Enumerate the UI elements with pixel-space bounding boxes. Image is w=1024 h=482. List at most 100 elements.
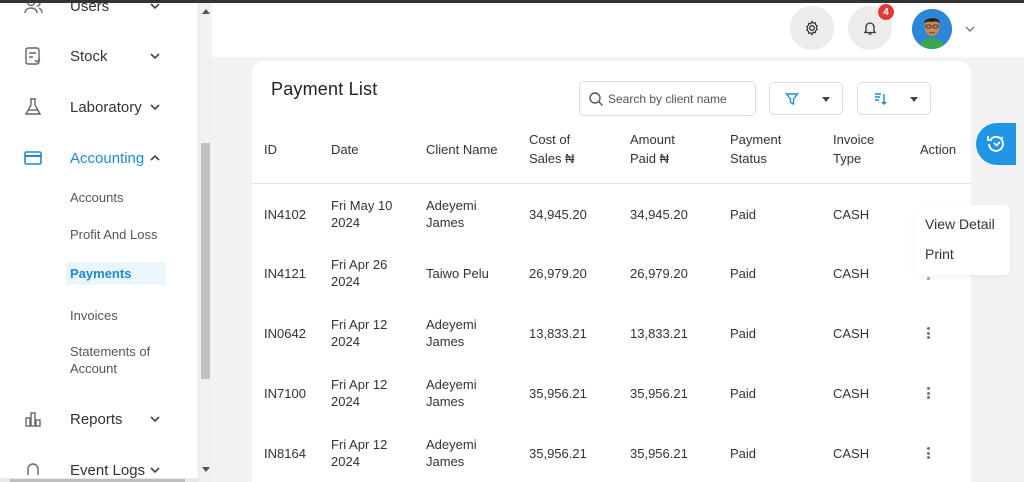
scrollbar-thumb[interactable] <box>201 143 210 379</box>
page-title: Payment List <box>271 79 378 99</box>
column-header-date: Date <box>331 142 359 157</box>
assistant-fab-button[interactable] <box>976 123 1016 165</box>
sidebar-item-label: Accounting <box>70 149 145 167</box>
sidebar-item-label: Event Logs <box>70 461 146 479</box>
chevron-down-icon <box>150 3 160 10</box>
sort-icon <box>875 93 887 105</box>
history-sparkle-icon <box>987 136 1004 152</box>
sidebar-subitem-payments[interactable]: Payments <box>66 262 166 285</box>
top-header <box>212 3 1024 57</box>
chevron-up-icon <box>150 154 160 161</box>
row-actions-kebab-icon[interactable] <box>926 447 931 459</box>
user-avatar-icon <box>912 9 952 49</box>
column-header-amount-paid: Amount Paid ₦ <box>630 132 675 166</box>
cell-amount-paid: 13,833.21 <box>630 326 688 341</box>
cell-date: Fri Apr 12 2024 <box>331 317 388 349</box>
cell-status: Paid <box>730 446 757 461</box>
filter-icon <box>785 93 799 106</box>
kebab-dot <box>927 277 930 280</box>
row-actions-kebab-icon[interactable] <box>926 327 931 339</box>
chevron-down-icon <box>150 104 160 111</box>
column-header-cost-of-sales: Cost of Sales ₦ <box>529 132 575 166</box>
sidebar-horizontal-scrollbar[interactable] <box>0 478 198 482</box>
sidebar-subitem-statements[interactable]: Statements of Account <box>70 343 150 377</box>
cell-invoice-type: CASH <box>833 386 870 401</box>
sidebar-subitem-label: Statements of <box>70 344 151 359</box>
cell-client-name: Adeyemi James <box>426 437 477 469</box>
menu-item-print[interactable]: Print <box>925 246 954 262</box>
notification-badge: 4 <box>878 4 894 20</box>
cell-date: Fri Apr 12 2024 <box>331 377 388 409</box>
sidebar-item-users[interactable]: Users <box>0 3 198 21</box>
sidebar-item-label: Users <box>70 3 110 15</box>
sidebar-item-accounting[interactable]: Accounting <box>0 143 198 173</box>
sidebar-subitem-label: Account <box>70 361 117 376</box>
users-icon <box>22 3 44 17</box>
cell-invoice-type: CASH <box>833 446 870 461</box>
sidebar-item-label: Laboratory <box>70 98 142 116</box>
column-header-action: Action <box>920 142 957 157</box>
settings-button[interactable] <box>790 6 834 50</box>
cell-client-name: Adeyemi James <box>426 198 477 230</box>
sidebar-subitem-invoices[interactable]: Invoices <box>70 307 118 324</box>
header-divider <box>252 183 971 184</box>
column-header-invoice-type: Invoice Type <box>833 132 875 166</box>
menu-item-view-detail[interactable]: View Detail <box>925 216 995 232</box>
column-header-payment-status: Payment Status <box>730 132 782 166</box>
sidebar-item-laboratory[interactable]: Laboratory <box>0 92 198 122</box>
cell-status: Paid <box>730 266 757 281</box>
bell-icon <box>863 22 877 35</box>
sidebar-subitem-profit-and-loss[interactable]: Profit And Loss <box>70 226 157 243</box>
sidebar-item-reports[interactable]: Reports <box>0 404 198 434</box>
cell-status: Paid <box>730 386 757 401</box>
cell-cost: 13,833.21 <box>529 326 587 341</box>
sort-dropdown[interactable] <box>857 82 931 115</box>
sidebar-item-label: Reports <box>70 410 123 428</box>
cell-id: IN0642 <box>264 326 306 341</box>
cell-amount-paid: 26,979.20 <box>630 266 688 281</box>
search-box[interactable] <box>579 81 756 116</box>
column-header-client-name: Client Name <box>426 142 498 157</box>
cell-cost: 35,956.21 <box>529 386 587 401</box>
gear-icon <box>806 20 818 36</box>
stock-icon <box>22 45 44 67</box>
cell-invoice-type: CASH <box>833 207 870 222</box>
cell-date: Fri May 10 2024 <box>331 198 393 230</box>
cell-client-name: Adeyemi James <box>426 317 477 349</box>
cell-date: Fri Apr 12 2024 <box>331 437 388 469</box>
scroll-up-arrow-icon[interactable] <box>202 9 210 14</box>
sidebar: Users Stock Laboratory Accounting Accoun… <box>0 3 198 482</box>
caret-down-icon <box>822 97 830 102</box>
cell-id: IN4102 <box>264 207 306 222</box>
scroll-down-arrow-icon[interactable] <box>202 467 210 472</box>
row-actions-kebab-icon[interactable] <box>926 387 931 399</box>
bar-chart-icon <box>22 408 44 430</box>
flask-icon <box>22 96 44 118</box>
cell-amount-paid: 35,956.21 <box>630 386 688 401</box>
sidebar-subitem-accounts[interactable]: Accounts <box>70 189 123 206</box>
cell-amount-paid: 34,945.20 <box>630 207 688 222</box>
cell-id: IN7100 <box>264 386 306 401</box>
cell-cost: 26,979.20 <box>529 266 587 281</box>
caret-down-icon <box>910 97 918 102</box>
cell-invoice-type: CASH <box>833 266 870 281</box>
avatar[interactable] <box>912 9 952 49</box>
row-action-menu: View Detail Print <box>914 205 1010 275</box>
cell-cost: 34,945.20 <box>529 207 587 222</box>
cell-invoice-type: CASH <box>833 326 870 341</box>
profile-chevron-down-icon[interactable] <box>964 24 976 34</box>
cell-status: Paid <box>730 207 757 222</box>
column-header-id: ID <box>264 142 277 157</box>
cell-client-name: Adeyemi James <box>426 377 477 409</box>
sidebar-scrollbar[interactable] <box>198 3 212 482</box>
cell-id: IN4121 <box>264 266 306 281</box>
search-icon <box>589 91 603 106</box>
sidebar-item-stock[interactable]: Stock <box>0 41 198 71</box>
search-input[interactable] <box>608 91 753 106</box>
chevron-down-icon <box>150 416 160 423</box>
filter-dropdown[interactable] <box>769 82 843 115</box>
chevron-down-icon <box>150 467 160 474</box>
cell-status: Paid <box>730 326 757 341</box>
cell-amount-paid: 35,956.21 <box>630 446 688 461</box>
credit-card-icon <box>22 147 44 169</box>
